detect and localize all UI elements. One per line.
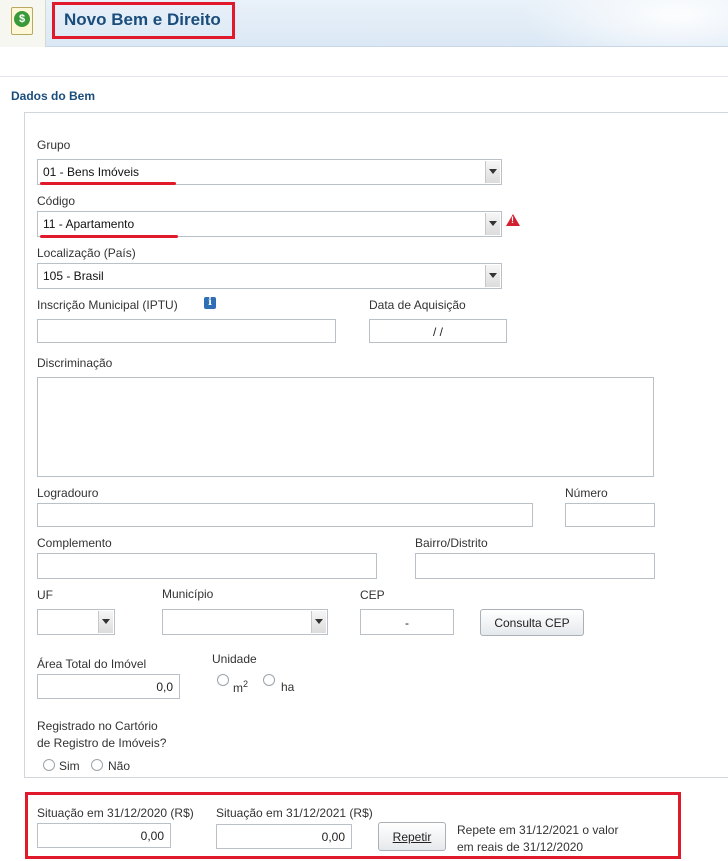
unidade-m2-text: m: [233, 681, 243, 695]
chevron-down-icon[interactable]: [98, 611, 113, 633]
registrado-nao-radio[interactable]: [91, 759, 103, 771]
situacao-2020-label: Situação em 31/12/2020 (R$): [37, 806, 194, 820]
consulta-cep-button[interactable]: Consulta CEP: [480, 609, 584, 636]
dollar-document-icon: $: [0, 0, 46, 47]
localizacao-select[interactable]: 105 - Brasil: [37, 263, 502, 289]
header-decoration: [520, 0, 728, 46]
unidade-label: Unidade: [212, 652, 257, 666]
section-title: Dados do Bem: [11, 89, 96, 103]
registrado-label-line1: Registrado no Cartório: [37, 719, 158, 733]
iptu-input[interactable]: [37, 319, 336, 343]
numero-label: Número: [565, 486, 608, 500]
unidade-ha-radio[interactable]: [263, 674, 275, 686]
area-input[interactable]: 0,0: [37, 674, 180, 699]
logradouro-input[interactable]: [37, 503, 533, 527]
unidade-ha-label: ha: [281, 680, 295, 694]
grupo-selected-value: 01 - Bens Imóveis: [43, 165, 140, 179]
info-icon[interactable]: i: [204, 297, 216, 309]
page-title: Novo Bem e Direito: [64, 10, 221, 29]
localizacao-label: Localização (País): [37, 246, 136, 260]
unidade-m2-superscript: 2: [243, 679, 249, 689]
codigo-select[interactable]: 11 - Apartamento: [37, 211, 502, 237]
localizacao-selected-value: 105 - Brasil: [43, 269, 104, 283]
discriminacao-textarea[interactable]: [37, 377, 654, 477]
bairro-label: Bairro/Distrito: [415, 536, 488, 550]
municipio-label: Município: [162, 587, 214, 601]
registrado-sim-label: Sim: [59, 759, 80, 773]
cep-label: CEP: [360, 588, 385, 602]
chevron-down-icon[interactable]: [485, 161, 500, 183]
chevron-down-icon[interactable]: [485, 213, 500, 235]
iptu-label: Inscrição Municipal (IPTU): [37, 298, 178, 312]
repetir-hint-line2: em reais de 31/12/2020: [457, 840, 584, 854]
situacao-2021-label: Situação em 31/12/2021 (R$): [216, 806, 373, 820]
unidade-m2-radio[interactable]: [217, 674, 229, 686]
codigo-red-underline: [40, 235, 178, 238]
uf-select[interactable]: [37, 609, 115, 635]
registrado-label-line2: de Registro de Imóveis?: [37, 736, 167, 750]
data-aquisicao-input[interactable]: / /: [369, 319, 507, 343]
area-label: Área Total do Imóvel: [37, 657, 147, 671]
codigo-label: Código: [37, 194, 76, 208]
chevron-down-icon[interactable]: [485, 265, 500, 287]
grupo-red-underline: [40, 182, 176, 185]
header-separator: [0, 76, 728, 77]
municipio-select[interactable]: [162, 609, 328, 635]
registrado-sim-radio[interactable]: [43, 759, 55, 771]
complemento-label: Complemento: [37, 536, 112, 550]
discriminacao-label: Discriminação: [37, 356, 113, 370]
complemento-input[interactable]: [37, 553, 377, 579]
dollar-coin-icon: $: [14, 11, 30, 27]
bairro-input[interactable]: [415, 553, 655, 579]
data-aquisicao-label: Data de Aquisição: [369, 298, 466, 312]
repetir-hint-line1: Repete em 31/12/2021 o valor: [457, 823, 619, 837]
uf-label: UF: [37, 588, 53, 602]
repetir-button-label: Repetir: [392, 830, 432, 844]
repetir-button[interactable]: Repetir: [378, 822, 446, 851]
codigo-selected-value: 11 - Apartamento: [43, 217, 135, 231]
cep-input[interactable]: -: [360, 609, 454, 635]
unidade-m2-label: m2: [233, 679, 248, 695]
numero-input[interactable]: [565, 503, 655, 527]
situacao-2021-input[interactable]: 0,00: [216, 824, 352, 849]
warning-icon: !: [506, 214, 520, 226]
registrado-nao-label: Não: [108, 759, 131, 773]
chevron-down-icon[interactable]: [311, 611, 326, 633]
situacao-2020-input[interactable]: 0,00: [37, 823, 171, 848]
logradouro-label: Logradouro: [37, 486, 99, 500]
grupo-label: Grupo: [37, 138, 71, 152]
